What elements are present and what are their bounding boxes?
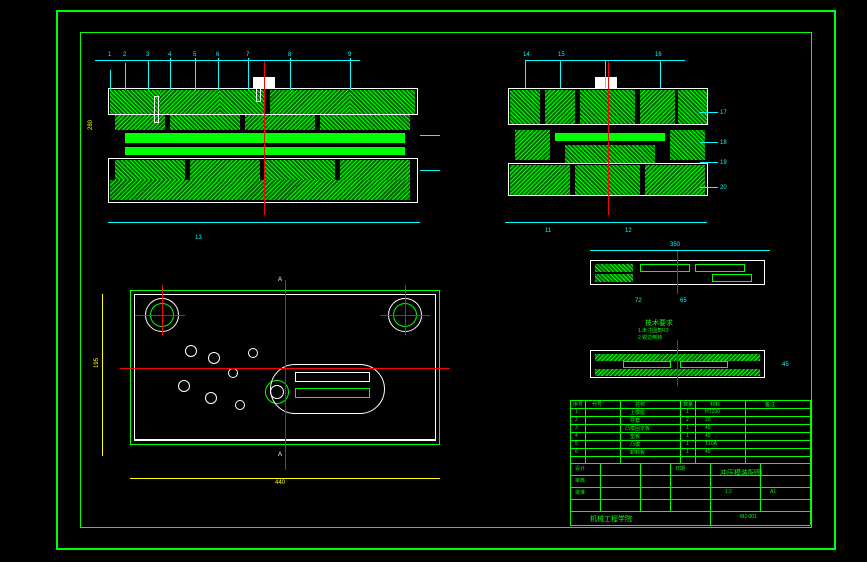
pl-r4c2: 凸模: [630, 441, 640, 448]
pl-r0c3: 1: [686, 409, 689, 415]
callout-4: 4: [168, 52, 171, 58]
callout-b1: 11: [545, 228, 551, 234]
callout-17: 17: [720, 110, 727, 116]
pl-r5c3: 1: [686, 449, 689, 455]
pl-r2c4: 45: [705, 425, 711, 431]
callout-5: 5: [193, 52, 196, 58]
pl-r2c0: 3: [575, 425, 578, 431]
pl-h-5: 备注: [765, 401, 775, 408]
section-view-side: [500, 75, 725, 220]
pl-h-1: 代号: [592, 401, 602, 408]
pl-h-4: 材料: [710, 401, 720, 408]
pl-h-2: 名称: [635, 401, 645, 408]
callout-8: 8: [288, 52, 291, 58]
tech-req-1: 1.未注圆角R3: [638, 327, 669, 334]
strip-layout-2: [585, 345, 775, 385]
callout-18: 18: [720, 140, 727, 146]
tb-title: 冲压模装配图: [720, 468, 762, 478]
pl-r5c2: 卸料板: [630, 449, 645, 456]
pl-r5c0: 6: [575, 449, 578, 455]
callout-19: 19: [720, 160, 727, 166]
pl-r1c0: 2: [575, 417, 578, 423]
pl-r0c0: 1: [575, 409, 578, 415]
callout-7: 7: [246, 52, 249, 58]
callout-16: 16: [655, 52, 662, 58]
pl-r0c4: HT200: [705, 409, 720, 415]
pl-r3c2: 垫板: [630, 433, 640, 440]
pl-r3c4: 45: [705, 433, 711, 439]
pl-r3c0: 4: [575, 433, 578, 439]
pl-r2c3: 1: [686, 425, 689, 431]
dim-strip-1: 350: [670, 242, 680, 248]
pl-r4c4: T10A: [705, 441, 717, 447]
tb-check: 审核: [575, 477, 585, 484]
dim-front-bottom: [108, 222, 420, 223]
title-block: 设计 审核 批准 日期 冲压模装配图 1:2 A1 机械工程学院 MJ-001: [570, 463, 810, 525]
dim-plan-left-v: [102, 294, 103, 456]
pl-r1c2: 导套: [630, 417, 640, 424]
strip-layout-1: [585, 255, 775, 295]
pl-r2c2: 凸模固定板: [625, 425, 650, 432]
tb-scale: 1:2: [725, 489, 732, 495]
tb-designer: 设计: [575, 465, 585, 472]
bolt-hole-2: [256, 80, 261, 102]
tech-req-2: 2.锐边倒钝: [638, 334, 662, 341]
callout-15: 15: [558, 52, 565, 58]
callout-14: 14: [523, 52, 530, 58]
dim-plan-w: 440: [275, 480, 285, 486]
tb-sheet: A1: [770, 489, 776, 495]
dim-strip-3: 65: [680, 298, 687, 304]
pl-h-3: 数量: [683, 401, 693, 408]
pl-r3c3: 1: [686, 433, 689, 439]
section-view-front: [100, 75, 430, 220]
callout-2: 2: [123, 52, 126, 58]
tb-dwgno: MJ-001: [740, 514, 757, 520]
pl-r1c4: 20: [705, 417, 711, 423]
callout-6: 6: [216, 52, 219, 58]
pl-r4c3: 1: [686, 441, 689, 447]
dim-plan-bot-h: [130, 478, 440, 479]
callout-9: 9: [348, 52, 351, 58]
dim-label-height: 280: [88, 120, 94, 130]
tb-approve: 批准: [575, 489, 585, 496]
dim-strip-4: 45: [782, 362, 789, 368]
pl-r1c3: 2: [686, 417, 689, 423]
pl-h-0: 序号: [573, 401, 583, 408]
tb-date: 日期: [675, 465, 685, 472]
dim-strip-2: 72: [635, 298, 642, 304]
callout-13: 13: [195, 235, 202, 241]
plan-view: A A: [120, 280, 450, 470]
callout-b2: 12: [625, 228, 632, 234]
callout-20: 20: [720, 185, 727, 191]
tb-company: 机械工程学院: [590, 514, 632, 524]
pl-r4c0: 5: [575, 441, 578, 447]
pl-r0c2: 上模座: [630, 409, 645, 416]
dim-plan-h1: 195: [94, 358, 100, 368]
bolt-hole-1: [154, 96, 159, 123]
pl-r5c4: 45: [705, 449, 711, 455]
dim-side-bottom: [505, 222, 707, 223]
callout-3: 3: [146, 52, 149, 58]
callout-1: 1: [108, 52, 111, 58]
